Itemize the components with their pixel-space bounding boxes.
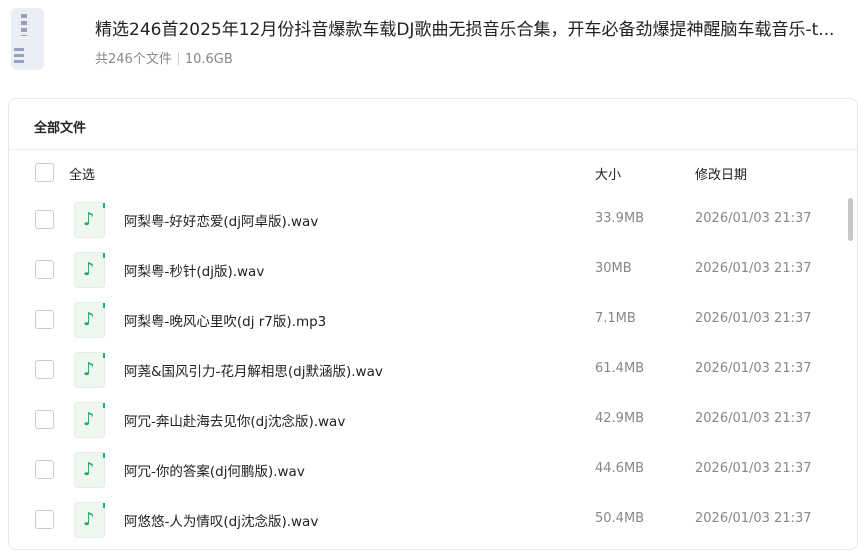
file-row[interactable]: ♪ 阿冗-你的答案(dj何鹏版).wav 44.6MB 2026/01/03 2… [9,449,857,499]
file-row[interactable]: ♪ 阿冗-奔山赴海去见你(dj沈念版).wav 42.9MB 2026/01/0… [9,399,857,449]
card-title: 全部文件 [34,121,87,136]
select-all-label[interactable]: 全选 [69,164,95,183]
file-date: 2026/01/03 21:37 [695,511,812,526]
total-size: 10.6GB [184,52,233,67]
music-file-icon: ♪ [74,502,105,538]
music-file-icon: ♪ [74,352,105,388]
file-name[interactable]: 阿梨粤-好好恋爱(dj阿卓版).wav [124,210,318,230]
file-name[interactable]: 阿梨粤-晚风心里吹(dj r7版).mp3 [124,310,326,330]
file-checkbox[interactable] [35,410,54,429]
archive-title: 精选246首2025年12月份抖音爆款车载DJ歌曲无损音乐合集，开车必备劲爆提神… [95,20,835,40]
file-row[interactable]: ♪ 阿悠悠-人为情叹(dj沈念版).wav 50.4MB 2026/01/03 … [9,499,857,549]
file-name[interactable]: 阿荛&国风引力-花月解相思(dj默涵版).wav [124,360,383,380]
file-row[interactable]: ♪ 阿梨粤-晚风心里吹(dj r7版).mp3 7.1MB 2026/01/03… [9,299,857,349]
file-size: 33.9MB [595,211,645,226]
file-count: 共246个文件 [95,52,172,67]
file-size: 61.4MB [595,361,645,376]
file-size: 44.6MB [595,461,645,476]
file-date: 2026/01/03 21:37 [695,361,812,376]
file-date: 2026/01/03 21:37 [695,311,812,326]
file-date: 2026/01/03 21:37 [695,261,812,276]
file-size: 50.4MB [595,511,645,526]
file-checkbox[interactable] [35,360,54,379]
file-size: 30MB [595,261,632,276]
size-column-header[interactable]: 大小 [595,164,621,183]
file-row[interactable]: ♪ 阿梨粤-秒针(dj版).wav 30MB 2026/01/03 21:37 [9,249,857,299]
file-row[interactable]: ♪ 阿梨粤-好好恋爱(dj阿卓版).wav 33.9MB 2026/01/03 … [9,199,857,249]
file-date: 2026/01/03 21:37 [695,411,812,426]
file-checkbox[interactable] [35,460,54,479]
file-name[interactable]: 阿冗-你的答案(dj何鹏版).wav [124,460,305,480]
file-size: 42.9MB [595,411,645,426]
music-file-icon: ♪ [74,302,105,338]
file-date: 2026/01/03 21:37 [695,461,812,476]
divider [9,149,857,150]
file-checkbox[interactable] [35,310,54,329]
file-name[interactable]: 阿悠悠-人为情叹(dj沈念版).wav [124,510,318,530]
date-column-header[interactable]: 修改日期 [695,164,747,183]
select-all-checkbox[interactable] [35,163,54,182]
file-name[interactable]: 阿冗-奔山赴海去见你(dj沈念版).wav [124,410,345,430]
music-file-icon: ♪ [74,452,105,488]
file-checkbox[interactable] [35,210,54,229]
file-list-card: 全部文件 全选 大小 修改日期 ♪ 阿梨粤-好好恋爱(dj阿卓版).wav 33… [8,98,858,550]
scrollbar[interactable] [848,198,853,241]
file-checkbox[interactable] [35,510,54,529]
file-date: 2026/01/03 21:37 [695,211,812,226]
music-file-icon: ♪ [74,402,105,438]
archive-meta: 共246个文件 10.6GB [95,48,233,67]
file-row[interactable]: ♪ 阿荛&国风引力-花月解相思(dj默涵版).wav 61.4MB 2026/0… [9,349,857,399]
file-name[interactable]: 阿梨粤-秒针(dj版).wav [124,260,264,280]
archive-icon [11,8,44,70]
music-file-icon: ♪ [74,202,105,238]
music-file-icon: ♪ [74,252,105,288]
file-size: 7.1MB [595,311,636,326]
file-checkbox[interactable] [35,260,54,279]
